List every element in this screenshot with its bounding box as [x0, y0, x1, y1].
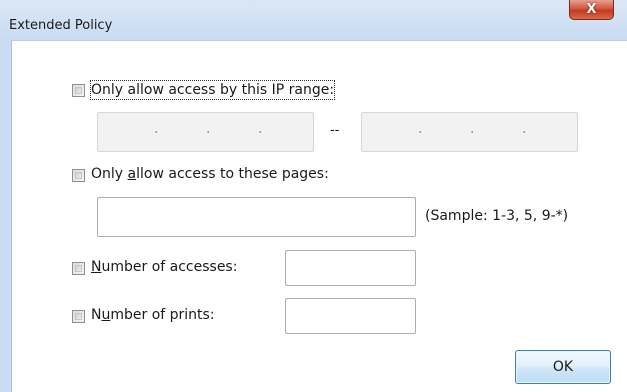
ok-button[interactable]: OK	[515, 350, 611, 384]
window-frame-left	[0, 40, 12, 392]
pages-label-post: llow access to these pages:	[136, 166, 329, 182]
prints-checkbox[interactable]	[72, 310, 85, 323]
ok-button-label: OK	[552, 359, 574, 375]
dialog-title: Extended Policy	[9, 18, 113, 33]
prints-label[interactable]: Number of prints:	[91, 306, 215, 324]
ip-range-end-field[interactable]: · · ·	[361, 112, 578, 152]
accesses-label-post: umber of accesses:	[101, 259, 238, 275]
ip-octet-separator: ·	[470, 125, 475, 141]
ip-octet-separator: ·	[154, 125, 159, 141]
prints-input[interactable]	[285, 298, 416, 334]
prints-label-post: mber of prints:	[110, 307, 215, 323]
pages-input[interactable]	[97, 197, 416, 237]
accesses-label-accel: N	[91, 259, 102, 275]
ip-range-label-text: Only allow access by this IP range:	[91, 82, 335, 98]
ip-range-separator: --	[330, 123, 340, 138]
ip-range-start-field[interactable]: · · ·	[97, 112, 314, 152]
close-button[interactable]: X	[569, 0, 614, 20]
accesses-checkbox[interactable]	[72, 262, 85, 275]
ip-octet-separator: ·	[206, 125, 211, 141]
pages-label-accel: a	[127, 166, 137, 182]
pages-label-pre: Only	[91, 166, 128, 182]
accesses-input[interactable]	[285, 250, 416, 286]
pages-sample-hint: (Sample: 1-3, 5, 9-*)	[425, 208, 569, 224]
ip-range-checkbox[interactable]	[72, 84, 85, 97]
pages-checkbox[interactable]	[72, 169, 85, 182]
pages-label[interactable]: Only allow access to these pages:	[91, 165, 329, 183]
close-icon: X	[586, 2, 597, 17]
prints-label-pre: N	[91, 307, 102, 323]
ip-octet-separator: ·	[522, 125, 527, 141]
accesses-label[interactable]: Number of accesses:	[91, 258, 237, 276]
ip-octet-separator: ·	[258, 125, 263, 141]
title-bar[interactable]: Extended Policy X	[0, 0, 627, 41]
ip-octet-separator: ·	[418, 125, 423, 141]
extended-policy-dialog: Extended Policy X Only allow access by t…	[0, 0, 627, 392]
ip-range-label[interactable]: Only allow access by this IP range:	[89, 80, 336, 100]
